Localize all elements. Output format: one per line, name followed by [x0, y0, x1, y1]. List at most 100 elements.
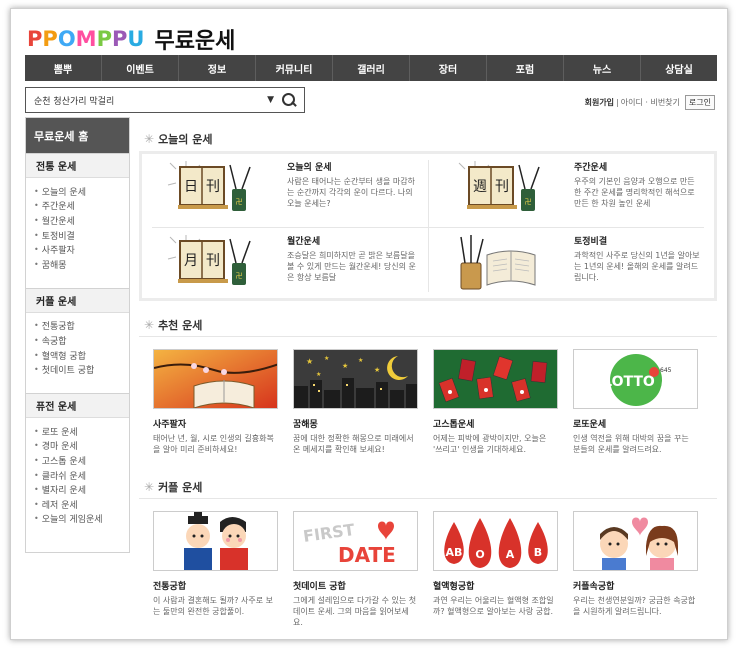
svg-text:卍: 卍 [236, 272, 243, 280]
sidebar-item[interactable]: 레저 운세 [34, 497, 129, 512]
today-item-desc: 조승달은 희미하지만 곧 밝은 보름달을 볼 수 있게 만드는 월간운세! 당신… [287, 251, 416, 282]
nav-item[interactable]: 커뮤니티 [256, 55, 333, 81]
sidebar-item[interactable]: 꿈해몽 [34, 257, 129, 272]
card-firstdate-compat[interactable]: FIRST DATE 첫데이트 궁합 그에게 설레임으로 다가갈 수 있는 첫 … [293, 511, 418, 628]
card-name[interactable]: 사주팔자 [153, 417, 278, 430]
today-item-weekly[interactable]: 週 刊 卍 주간운세 우주의 기본인 음양과 오행으로 만든 한 주간 운세를 … [429, 154, 715, 225]
nav-item[interactable]: 뉴스 [564, 55, 641, 81]
dream-thumbnail[interactable]: ★ ★ ★ ★ ★ ★ [293, 349, 418, 409]
join-link[interactable]: 회원가입 [585, 97, 614, 108]
today-item-monthly[interactable]: 月 刊 卍 월간운세 조승달은 희미하지만 곧 밝은 보름달을 볼 수 있게 만… [142, 228, 428, 299]
today-item-name[interactable]: 월간운세 [287, 234, 417, 247]
sidebar-item[interactable]: 경마 운세 [34, 439, 129, 454]
today-item-name[interactable]: 토정비결 [574, 234, 704, 247]
card-name[interactable]: 고스톱운세 [433, 417, 558, 430]
sidebar-group-title[interactable]: 전통 운세 [26, 154, 129, 178]
site-logo[interactable]: PPOMPPU 무료운세 [27, 27, 235, 54]
today-item-desc: 우주의 기본인 음양과 오행으로 만든 한 주간 운세를 명리학적인 해석으로 … [574, 177, 695, 208]
today-item-name[interactable]: 주간운세 [574, 160, 704, 173]
card-desc: 인생 역전을 위해 대박의 꿈을 꾸는 분들의 운세를 알려드려요. [573, 434, 689, 454]
card-name[interactable]: 혈액형궁합 [433, 579, 558, 592]
svg-text:★: ★ [324, 355, 329, 362]
logo-letter: P [111, 27, 128, 51]
sidebar-group-title[interactable]: 커플 운세 [26, 288, 129, 313]
firstdate-thumbnail[interactable]: FIRST DATE [293, 511, 418, 571]
daily-calendar-icon: 日 刊 卍 [167, 161, 251, 211]
sidebar-item[interactable]: 사주팔자 [34, 242, 129, 257]
sidebar-item[interactable]: 전통궁합 [34, 319, 129, 334]
card-blood-compat[interactable]: AB O A B 혈액형궁합 과연 우리는 어울리는 혈액형 조합일까? 혈액형… [433, 511, 558, 617]
monthly-calendar-icon: 月 刊 卍 [167, 235, 251, 285]
sidebar-item[interactable]: 로또 운세 [34, 424, 129, 439]
book-and-brush-icon [460, 235, 536, 290]
sidebar-item[interactable]: 별자리 운세 [34, 482, 129, 497]
sidebar-item[interactable]: 월간운세 [34, 213, 129, 228]
login-button[interactable]: 로그인 [684, 95, 715, 110]
card-name[interactable]: 로또운세 [573, 417, 698, 430]
calendar-char: 日 [184, 179, 198, 195]
nav-item[interactable]: 정보 [179, 55, 256, 81]
ppomppu-logo[interactable]: PPOMPPU [27, 27, 144, 51]
nav-item[interactable]: 포럼 [487, 55, 564, 81]
sidebar-item[interactable]: 오늘의 게임운세 [34, 512, 129, 527]
saju-thumbnail[interactable] [153, 349, 278, 409]
card-desc: 이 사람과 결혼해도 될까? 사주로 보는 둘만의 완전한 궁합풀이. [153, 596, 273, 616]
card-dream[interactable]: ★ ★ ★ ★ ★ ★ 꿈해몽 꿈에 대한 정확한 해몽으로 미래에서 온 메세지를 확… [293, 349, 418, 455]
section-title-recommend: ✳ 추천 운세 [144, 317, 202, 333]
card-couple-intimacy[interactable]: 커플속궁합 우리는 천생연분일까? 궁금한 속궁합을 시원하게 알려드립니다. [573, 511, 698, 617]
svg-text:★: ★ [358, 357, 363, 364]
dropdown-arrow-icon[interactable]: ▼ [267, 95, 274, 105]
card-traditional-compat[interactable]: 전통궁합 이 사람과 결혼해도 될까? 사주로 보는 둘만의 완전한 궁합풀이. [153, 511, 278, 617]
blood-type-label: O [475, 548, 484, 561]
lotto-thumbnail[interactable]: LOTTO 645 [573, 349, 698, 409]
card-gostop[interactable]: 고스톱운세 어제는 피박에 광박이지만, 오늘은 '쓰리고' 인생을 기대하세요… [433, 349, 558, 455]
search-input[interactable]: 순천 청산가리 막걸리 [34, 94, 267, 107]
sidebar-list: 전통궁합속궁합혈액형 궁합첫데이트 궁합 [26, 313, 129, 387]
sidebar-item[interactable]: 혈액형 궁합 [34, 348, 129, 363]
card-saju[interactable]: 사주팔자 태어난 년, 월, 시로 인생의 길흉화복을 알아 미리 준비하세요! [153, 349, 278, 455]
sidebar-item[interactable]: 토정비결 [34, 228, 129, 243]
sidebar-item[interactable]: 속궁합 [34, 333, 129, 348]
card-name[interactable]: 꿈해몽 [293, 417, 418, 430]
calendar-char: 月 [184, 253, 198, 269]
sidebar-home-link[interactable]: 무료운세 홈 [26, 118, 129, 153]
card-desc: 과연 우리는 어울리는 혈액형 조합일까? 혈액형으로 알아보는 사랑 궁합. [433, 596, 554, 616]
sidebar-item[interactable]: 주간운세 [34, 199, 129, 214]
today-item-daily[interactable]: 日 刊 卍 오늘의 운세 사람은 태어나는 순간부터 생을 마감하는 순간까지 … [142, 154, 428, 225]
card-lotto[interactable]: LOTTO 645 로또운세 인생 역전을 위해 대박의 꿈을 꾸는 분들의 운… [573, 349, 698, 455]
card-desc: 태어난 년, 월, 시로 인생의 길흉화복을 알아 미리 준비하세요! [153, 434, 274, 454]
sidebar-item[interactable]: 첫데이트 궁합 [34, 362, 129, 377]
blood-type-thumbnail[interactable]: AB O A B [433, 511, 558, 571]
sidebar-item[interactable]: 오늘의 운세 [34, 184, 129, 199]
card-name[interactable]: 커플속궁합 [573, 579, 698, 592]
logo-letter: P [42, 27, 58, 51]
card-name[interactable]: 전통궁합 [153, 579, 278, 592]
nav-item[interactable]: 이벤트 [102, 55, 179, 81]
section-title-text: 커플 운세 [158, 481, 203, 494]
page-title: 무료운세 [154, 29, 236, 54]
nav-item[interactable]: 상담실 [641, 55, 717, 81]
search-box[interactable]: 순천 청산가리 막걸리 ▼ [25, 87, 305, 113]
sidebar-item[interactable]: 클라쉬 운세 [34, 468, 129, 483]
nav-item[interactable]: 장터 [410, 55, 487, 81]
sidebar-group-title[interactable]: 퓨전 운세 [26, 393, 129, 418]
page-frame: PPOMPPU 무료운세 뽐뿌 이벤트 정보 커뮤니티 갤러리 장터 포럼 뉴스 상담실 순천 … [10, 8, 728, 640]
logo-letter: P [96, 27, 112, 51]
search-icon[interactable] [282, 93, 296, 107]
svg-text:卍: 卍 [525, 198, 532, 206]
today-item-tojeong[interactable]: 토정비결 과학적인 사주로 당신의 1년을 알아보는 1년의 운세! 올해의 운… [429, 228, 715, 299]
sidebar: 무료운세 홈 전통 운세오늘의 운세주간운세월간운세토정비결사주팔자꿈해몽커플 … [25, 117, 130, 553]
gostop-thumbnail[interactable] [433, 349, 558, 409]
find-account-link[interactable]: 아이디 · 비번찾기 [621, 97, 680, 108]
svg-text:★: ★ [306, 357, 313, 366]
couple-thumbnail[interactable] [573, 511, 698, 571]
card-name[interactable]: 첫데이트 궁합 [293, 579, 418, 592]
sidebar-item[interactable]: 고스톱 운세 [34, 453, 129, 468]
logo-letter: U [127, 27, 145, 51]
traditional-compat-thumbnail[interactable] [153, 511, 278, 571]
nav-item[interactable]: 뽐뿌 [25, 55, 102, 81]
nav-item[interactable]: 갤러리 [333, 55, 410, 81]
blood-type-label: B [534, 546, 542, 559]
asterisk-icon: ✳ [144, 480, 155, 494]
today-item-name[interactable]: 오늘의 운세 [287, 160, 417, 173]
